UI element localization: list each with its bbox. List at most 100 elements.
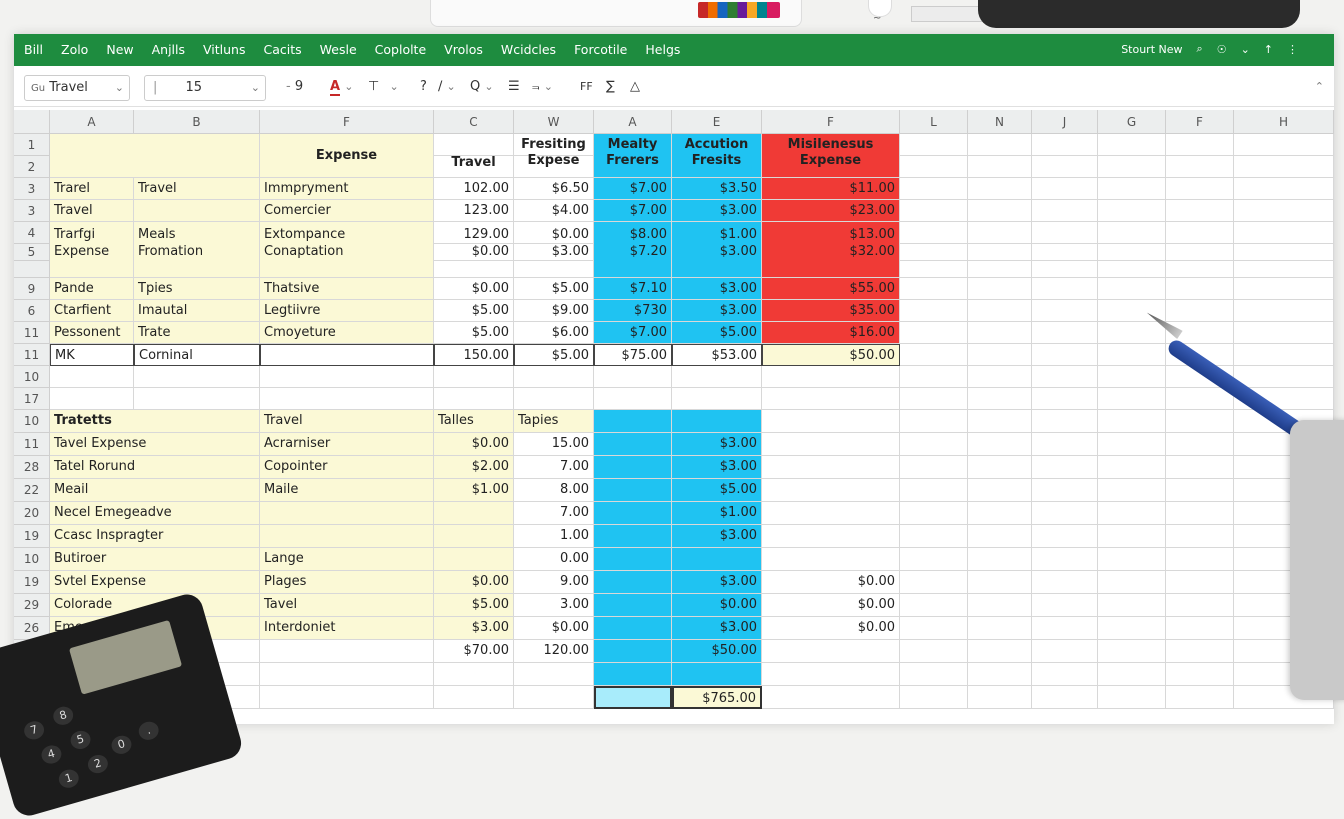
menu-item-4[interactable]: Vitluns: [203, 42, 245, 57]
grid-cell[interactable]: [1098, 663, 1166, 686]
block2-tapies-cell[interactable]: 15.00: [514, 433, 594, 456]
block2-item-cell[interactable]: Butiroer: [50, 548, 260, 571]
find-button[interactable]: Q ⌄: [470, 75, 494, 99]
grid-cell[interactable]: [260, 663, 434, 686]
grid-cell[interactable]: [1032, 502, 1098, 525]
block2-total-value-cell[interactable]: $50.00: [672, 640, 762, 663]
block2-talles-cell[interactable]: $0.00: [434, 433, 514, 456]
accution-value-cell[interactable]: $3.00: [672, 200, 762, 222]
fresiting-value-cell[interactable]: $5.00: [514, 278, 594, 300]
grid-cell[interactable]: [1166, 200, 1234, 222]
font-name-select[interactable]: Gu Travel ⌄: [24, 75, 130, 101]
grid-cell[interactable]: [1166, 686, 1234, 709]
grid-cell[interactable]: [1234, 344, 1334, 366]
grid-cell[interactable]: [1032, 278, 1098, 300]
grid-cell[interactable]: [900, 244, 968, 261]
menu-item-6[interactable]: Wesle: [320, 42, 357, 57]
grid-cell[interactable]: [1098, 433, 1166, 456]
menu-item-2[interactable]: New: [106, 42, 133, 57]
block2-tapies-header[interactable]: Tapies: [514, 410, 594, 433]
grid-cell[interactable]: [900, 548, 968, 571]
block2-cyan-cell[interactable]: [594, 502, 672, 525]
grid-cell[interactable]: [1032, 222, 1098, 244]
grid-cell[interactable]: [900, 388, 968, 410]
column-header-2[interactable]: B: [134, 110, 260, 134]
block2-desc-cell[interactable]: Maile: [260, 479, 434, 502]
mealty-value-cell[interactable]: $7.00: [594, 178, 672, 200]
block2-desc-cell[interactable]: Acrarniser: [260, 433, 434, 456]
block2-desc-cell[interactable]: [260, 502, 434, 525]
grid-cell[interactable]: [968, 344, 1032, 366]
sum-button[interactable]: ∑: [606, 75, 615, 99]
block2-tapies-cell[interactable]: 7.00: [514, 502, 594, 525]
grid-cell[interactable]: [1098, 410, 1166, 433]
grid-cell[interactable]: [1234, 322, 1334, 344]
block2-desc-cell[interactable]: Copointer: [260, 456, 434, 479]
mealty-value-cell[interactable]: $8.00 $7.20: [594, 222, 672, 278]
grid-cell[interactable]: [1032, 300, 1098, 322]
search-icon[interactable]: ⌕: [1197, 42, 1203, 56]
grid-cell[interactable]: [1032, 178, 1098, 200]
grid-cell[interactable]: [900, 479, 968, 502]
grid-cell[interactable]: [1098, 261, 1166, 278]
menu-item-0[interactable]: Bill: [24, 42, 43, 57]
grid-cell[interactable]: [762, 479, 900, 502]
grid-cell[interactable]: [514, 366, 594, 388]
draw-button[interactable]: ∕ ⌄: [438, 75, 456, 99]
grid-cell[interactable]: [1032, 261, 1098, 278]
fresiting-value-cell[interactable]: $0.00 $3.00: [514, 222, 594, 278]
grid-cell[interactable]: [1166, 640, 1234, 663]
grid-cell[interactable]: [260, 686, 434, 709]
grid-cell[interactable]: [1032, 134, 1098, 156]
row-header[interactable]: 10: [14, 548, 50, 571]
block2-cyan-cell[interactable]: [594, 410, 672, 433]
grid-cell[interactable]: [1166, 571, 1234, 594]
fresiting-header[interactable]: Fresiting Expese: [514, 134, 594, 178]
block2-cyan-cell[interactable]: [594, 548, 672, 571]
block2-cyan-cell[interactable]: [594, 640, 672, 663]
grid-cell[interactable]: [1032, 366, 1098, 388]
row-header[interactable]: 2: [14, 156, 50, 178]
block2-extra-cell[interactable]: $0.00: [762, 594, 900, 617]
grid-cell[interactable]: [1166, 594, 1234, 617]
expense-category-cell[interactable]: Meals Fromation: [134, 222, 260, 278]
block2-title-cell[interactable]: Tratetts: [50, 410, 260, 433]
block2-cyan-cell[interactable]: [594, 525, 672, 548]
menu-item-1[interactable]: Zolo: [61, 42, 88, 57]
row-header[interactable]: 11: [14, 344, 50, 366]
grid-cell[interactable]: [434, 388, 514, 410]
row-header[interactable]: 9: [14, 278, 50, 300]
help-icon[interactable]: ☉: [1217, 43, 1227, 56]
row-header[interactable]: 19: [14, 525, 50, 548]
accution-value-cell[interactable]: $3.00: [672, 300, 762, 322]
expense-header[interactable]: Expense: [260, 134, 434, 178]
grid-cell[interactable]: [1032, 156, 1098, 178]
expense-type-cell[interactable]: Pessonent: [50, 322, 134, 344]
block2-desc-cell[interactable]: Interdoniet: [260, 617, 434, 640]
grid-cell[interactable]: [1234, 244, 1334, 261]
fresiting-value-cell[interactable]: $6.00: [514, 322, 594, 344]
total-fresiting-cell[interactable]: $5.00: [514, 344, 594, 366]
grid-cell[interactable]: [968, 571, 1032, 594]
grid-cell[interactable]: [1098, 571, 1166, 594]
grid-cell[interactable]: [900, 344, 968, 366]
grid-cell[interactable]: [900, 617, 968, 640]
grid-cell[interactable]: [514, 388, 594, 410]
block2-value-cell[interactable]: $3.00: [672, 525, 762, 548]
borders-button[interactable]: ⊤ ⌄: [368, 75, 399, 99]
grid-cell[interactable]: [594, 388, 672, 410]
column-header-11[interactable]: J: [1032, 110, 1098, 134]
grid-cell[interactable]: [1234, 278, 1334, 300]
grid-cell[interactable]: [1098, 344, 1166, 366]
total-mealty-cell[interactable]: $75.00: [594, 344, 672, 366]
block2-tapies-cell[interactable]: 7.00: [514, 456, 594, 479]
block2-travel-header[interactable]: Travel: [260, 410, 434, 433]
travel-value-cell[interactable]: 123.00: [434, 200, 514, 222]
grid-cell[interactable]: [1032, 344, 1098, 366]
menu-item-7[interactable]: Coplolte: [375, 42, 427, 57]
block2-cyan-cell[interactable]: [594, 571, 672, 594]
chart-button[interactable]: ⫬ ⌄: [532, 75, 553, 99]
row-header[interactable]: 3: [14, 178, 50, 200]
grid-cell[interactable]: [900, 456, 968, 479]
total-blank-cell[interactable]: [260, 344, 434, 366]
